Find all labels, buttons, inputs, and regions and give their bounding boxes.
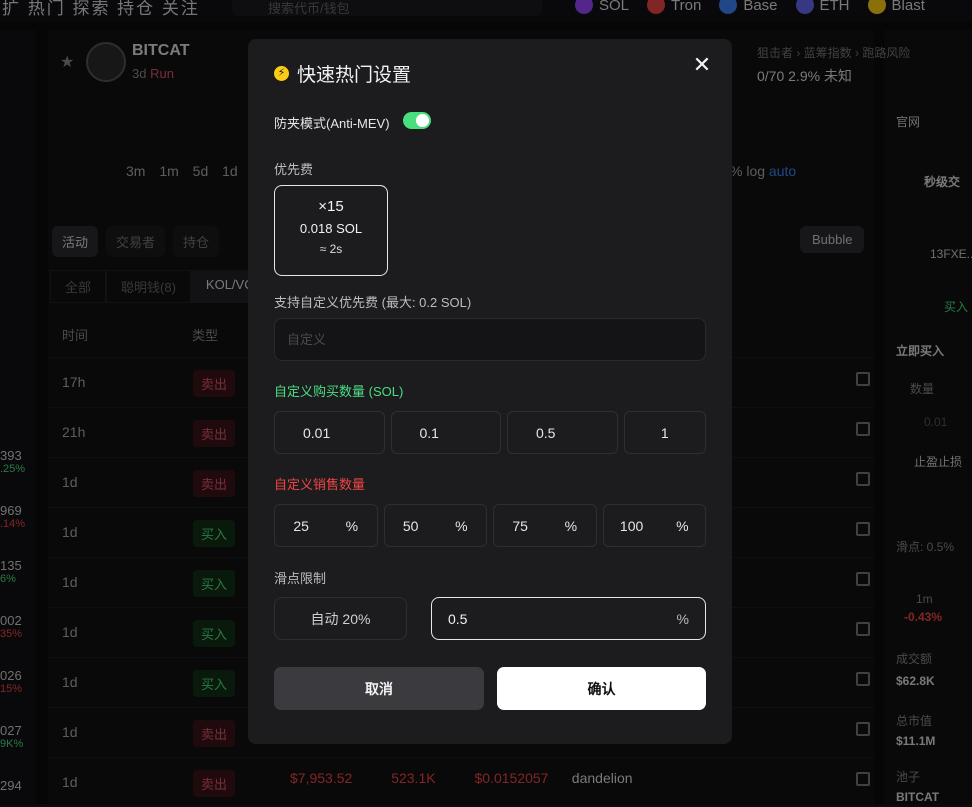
quick-settings-modal: ⚡ 快速热门设置 ✕ 防夹模式(Anti-MEV) 优先费 ×15 0.018 …	[248, 39, 732, 744]
modal-header: ⚡ 快速热门设置	[274, 60, 411, 87]
sell-amount-label: 自定义销售数量	[274, 477, 366, 492]
confirm-button[interactable]: 确认	[497, 667, 706, 710]
slippage-label: 滑点限制	[274, 571, 327, 586]
custom-priority-input[interactable]	[274, 318, 706, 361]
priority-fee-option[interactable]: ×15 0.018 SOL ≈ 2s	[274, 185, 388, 276]
sell-percent-option[interactable]: 100%	[602, 504, 706, 547]
anti-mev-label: 防夹模式(Anti-MEV)	[274, 116, 390, 131]
buy-amount-option[interactable]: 0.01	[274, 411, 385, 454]
buy-amount-option[interactable]: 0.1	[390, 411, 501, 454]
slippage-input[interactable]: 0.5 %	[431, 597, 706, 640]
buy-amount-grid: 0.01 0.1 0.5 1	[274, 411, 706, 454]
priority-sol: 0.018 SOL	[299, 221, 363, 236]
priority-fee-label: 优先费	[274, 162, 314, 177]
slippage-value: 0.5	[448, 610, 468, 627]
sell-percent-option[interactable]: 25%	[274, 504, 378, 547]
buy-amount-option[interactable]: 1	[623, 411, 706, 454]
custom-priority-label: 支持自定义优先费 (最大: 0.2 SOL)	[274, 295, 472, 310]
anti-mev-toggle[interactable]	[403, 112, 431, 129]
priority-multiplier: ×15	[318, 198, 344, 215]
modal-title: 快速热门设置	[297, 65, 412, 86]
percent-sign: %	[345, 517, 359, 534]
lightning-icon: ⚡	[274, 66, 289, 81]
slippage-auto-button[interactable]: 自动 20%	[274, 597, 407, 640]
slippage-unit: %	[676, 610, 689, 627]
sell-percent-value: 50	[402, 517, 419, 534]
sell-percent-value: 25	[293, 517, 309, 534]
priority-time: ≈ 2s	[319, 242, 343, 256]
sell-percent-grid: 25% 50% 75% 100%	[274, 504, 706, 547]
percent-sign: %	[455, 517, 468, 534]
sell-percent-value: 100	[619, 517, 644, 534]
sell-percent-option[interactable]: 50%	[383, 504, 487, 547]
percent-sign: %	[676, 517, 689, 534]
close-icon[interactable]: ✕	[692, 54, 712, 76]
buy-amount-option[interactable]: 0.5	[507, 411, 618, 454]
cancel-button[interactable]: 取消	[274, 667, 484, 710]
buy-amount-label: 自定义购买数量 (SOL)	[274, 384, 404, 399]
percent-sign: %	[564, 517, 578, 534]
sell-percent-value: 75	[512, 517, 528, 534]
sell-percent-option[interactable]: 75%	[493, 504, 597, 547]
